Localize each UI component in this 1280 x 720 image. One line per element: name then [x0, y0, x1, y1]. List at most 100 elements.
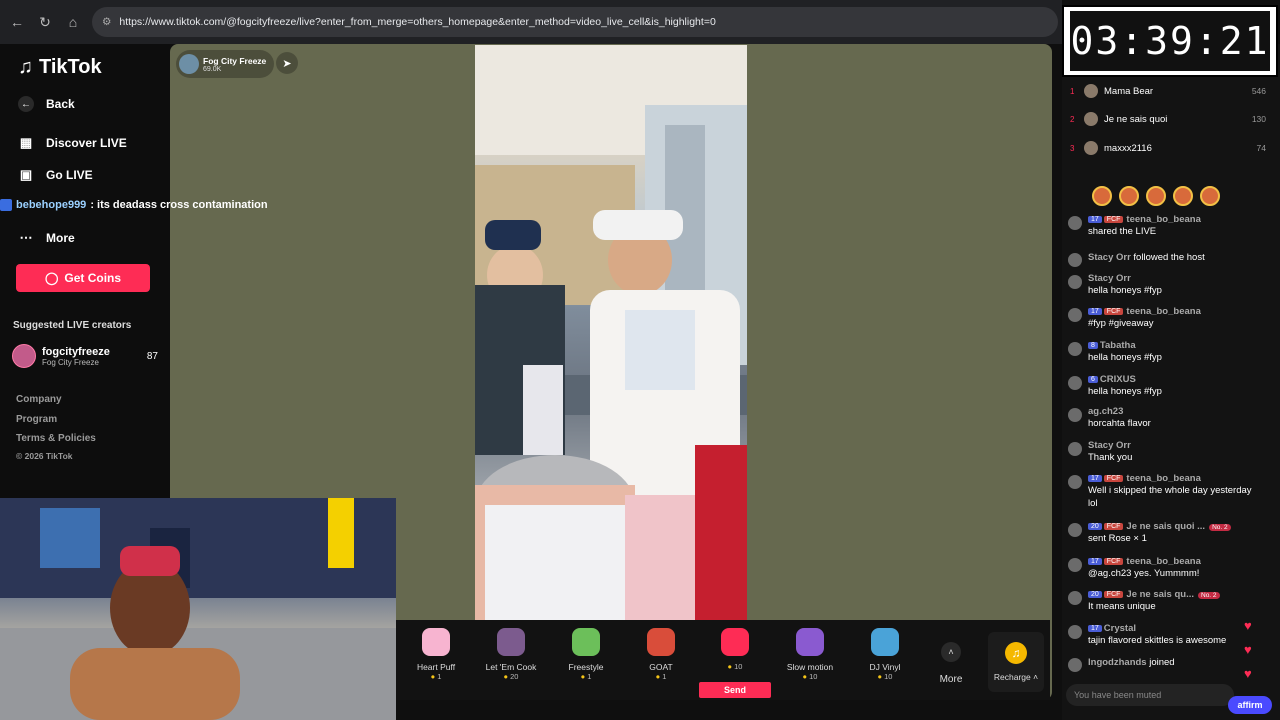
webcam-scene	[0, 498, 396, 720]
gift-name: Freestyle	[568, 662, 604, 672]
chat-username[interactable]: teena_bo_beana	[1126, 214, 1200, 225]
footer-company[interactable]: Company	[16, 394, 62, 405]
chat-text: #fyp #giveaway	[1088, 318, 1154, 329]
ranking-row[interactable]: 1 Mama Bear 546	[1070, 84, 1266, 98]
gift-item[interactable]: Slow motion10	[775, 628, 845, 681]
gift-item[interactable]: GOAT1	[626, 628, 696, 681]
avatar[interactable]	[1068, 408, 1082, 422]
coin-icon: ◯	[44, 271, 59, 285]
coin-icon: ♫	[1005, 642, 1027, 664]
avatar[interactable]	[1068, 442, 1082, 456]
chat-message: ag.ch23 horcahta flavor	[1068, 406, 1268, 430]
recharge-button[interactable]: ♫ Recharge ˄	[988, 632, 1044, 692]
chat-username[interactable]: CRIXUS	[1100, 374, 1136, 385]
avatar[interactable]	[1068, 591, 1082, 605]
avatar[interactable]	[1068, 253, 1082, 267]
chat-username[interactable]: Tabatha	[1100, 340, 1136, 351]
sidebar: ♫ TikTok ← Back ▦ Discover LIVE ▣ Go LIV…	[0, 44, 170, 500]
chat-username[interactable]: Stacy Orr	[1088, 252, 1131, 263]
share-icon[interactable]: ➤	[276, 52, 298, 74]
suggested-creator[interactable]: fogcityfreeze Fog City Freeze 87	[12, 344, 158, 368]
gift-item[interactable]: Freestyle1	[551, 628, 621, 681]
nav-label: More	[46, 231, 75, 245]
chat-username[interactable]: ag.ch23	[1088, 406, 1123, 417]
chat-username[interactable]: Je ne sais qu...	[1126, 589, 1194, 600]
level-badge: 17	[1088, 475, 1102, 482]
gift-name: Heart Puff	[416, 662, 456, 672]
gift-item[interactable]: Let 'Em Cook20	[476, 628, 546, 681]
avatar[interactable]	[1068, 216, 1082, 230]
reload-icon[interactable]: ↻	[36, 13, 54, 31]
avatar[interactable]	[1068, 658, 1082, 672]
chat-username[interactable]: Je ne sais quoi ...	[1126, 521, 1205, 532]
avatar[interactable]	[1068, 275, 1082, 289]
gift-name: Let 'Em Cook	[485, 662, 537, 672]
chat-text: hella honeys #fyp	[1088, 285, 1162, 296]
avatar[interactable]	[1068, 558, 1082, 572]
footer-terms[interactable]: Terms & Policies	[16, 433, 96, 444]
heart-icon: ♥	[1244, 666, 1252, 681]
chat-message: lngodzhands joined	[1068, 656, 1268, 672]
send-gift-button[interactable]: Send	[699, 682, 771, 698]
avatar[interactable]	[1068, 625, 1082, 639]
nav-more[interactable]: ⋯ More	[18, 230, 75, 246]
avatar[interactable]	[1068, 523, 1082, 537]
footer-copyright: © 2026 TikTok	[16, 451, 73, 461]
chat-username[interactable]: Crystal	[1104, 623, 1136, 634]
chat-username[interactable]: lngodzhands	[1088, 657, 1147, 668]
gift-item[interactable]: DJ Vinyl10	[850, 628, 920, 681]
gift-price: 1	[401, 672, 471, 681]
chat-message: 17 FCF teena_bo_beana @ag.ch23 yes. Yummmm!	[1068, 556, 1268, 580]
gift-name: Slow motion	[786, 662, 834, 672]
host-viewers: 69.0K	[203, 65, 222, 73]
gift-icon	[572, 628, 600, 656]
affirm-badge[interactable]: affirm	[1228, 696, 1272, 714]
avatar[interactable]	[1068, 342, 1082, 356]
chat-username[interactable]: teena_bo_beana	[1126, 556, 1200, 567]
gift-price: 10	[700, 662, 770, 671]
gift-name: DJ Vinyl	[869, 662, 901, 672]
live-video[interactable]	[475, 45, 747, 633]
get-coins-button[interactable]: ◯ Get Coins	[16, 264, 150, 292]
ranking-row[interactable]: 3 maxxx2116 74	[1070, 141, 1266, 155]
back-link[interactable]: ← Back	[18, 96, 75, 112]
avatar[interactable]	[1068, 376, 1082, 390]
address-bar[interactable]: ⚙ https://www.tiktok.com/@fogcityfreeze/…	[92, 7, 1058, 37]
gift-item[interactable]: 10	[700, 628, 770, 671]
avatar[interactable]	[1068, 308, 1082, 322]
chat-text: sent Rose × 1	[1088, 533, 1147, 544]
chat-text: shared the LIVE	[1088, 226, 1157, 237]
footer-program[interactable]: Program	[16, 414, 57, 425]
chat-text: hella honeys #fyp	[1088, 386, 1162, 397]
host-info[interactable]: Fog City Freeze 69.0K	[176, 50, 274, 78]
gift-item[interactable]: Heart Puff1	[401, 628, 471, 681]
gift-emoji-icon	[1146, 186, 1166, 206]
gift-icon	[796, 628, 824, 656]
gift-emoji-icon	[1200, 186, 1220, 206]
fan-club-badge: FCF	[1103, 591, 1124, 598]
chat-message: 17 FCF teena_bo_beana #fyp #giveaway	[1068, 306, 1268, 330]
tiktok-logo[interactable]: ♫ TikTok	[18, 56, 102, 79]
chat-username[interactable]: Stacy Orr	[1088, 440, 1131, 451]
chat-username[interactable]: teena_bo_beana	[1126, 473, 1200, 484]
site-info-icon[interactable]: ⚙	[102, 16, 111, 28]
chat-username[interactable]: Stacy Orr	[1088, 273, 1131, 284]
ranking-row[interactable]: 2 Je ne sais quoi 130	[1070, 112, 1266, 126]
chat-message: 17 FCF teena_bo_beana Well i skipped the wh…	[1068, 473, 1268, 510]
heart-icon: ♥	[1244, 642, 1252, 657]
more-gifts-button[interactable]: ˄ More	[928, 642, 974, 685]
nav-discover-live[interactable]: ▦ Discover LIVE	[18, 135, 127, 151]
home-icon[interactable]: ⌂	[64, 13, 82, 31]
chat-text: horcahta flavor	[1088, 418, 1151, 429]
chat-input[interactable]: You have been muted	[1066, 684, 1234, 706]
chat-message: 20 FCF Je ne sais quoi ... No. 2 sent Rose ×…	[1068, 521, 1268, 545]
nav-go-live[interactable]: ▣ Go LIVE	[18, 167, 93, 183]
chat-text: Thank you	[1088, 452, 1133, 463]
timer-value: 03:39:21	[1070, 11, 1270, 71]
back-arrow-icon[interactable]: ←	[8, 13, 26, 31]
nav-label: Discover LIVE	[46, 136, 127, 150]
streamer-webcam	[0, 498, 396, 720]
chat-username[interactable]: teena_bo_beana	[1126, 306, 1200, 317]
chat-message: Stacy Orr hella honeys #fyp	[1068, 273, 1268, 297]
avatar[interactable]	[1068, 475, 1082, 489]
